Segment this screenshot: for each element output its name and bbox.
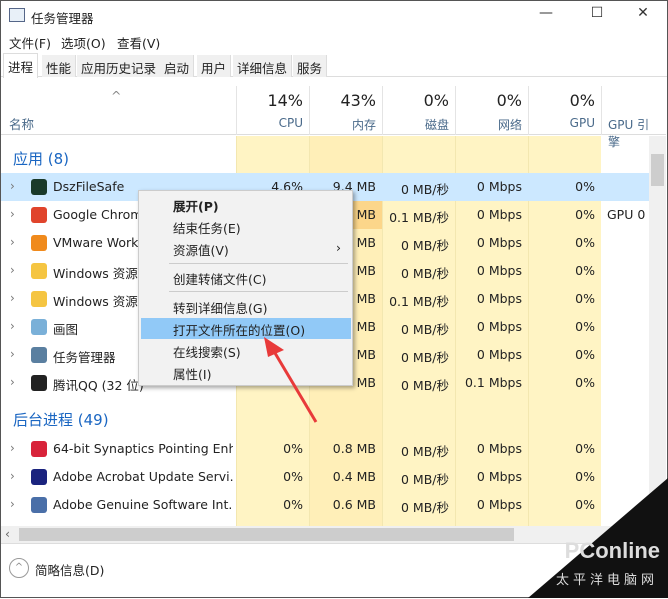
watermark-sub: 太平洋电脑网 bbox=[555, 573, 658, 588]
watermark-brand: PConline bbox=[564, 538, 660, 563]
